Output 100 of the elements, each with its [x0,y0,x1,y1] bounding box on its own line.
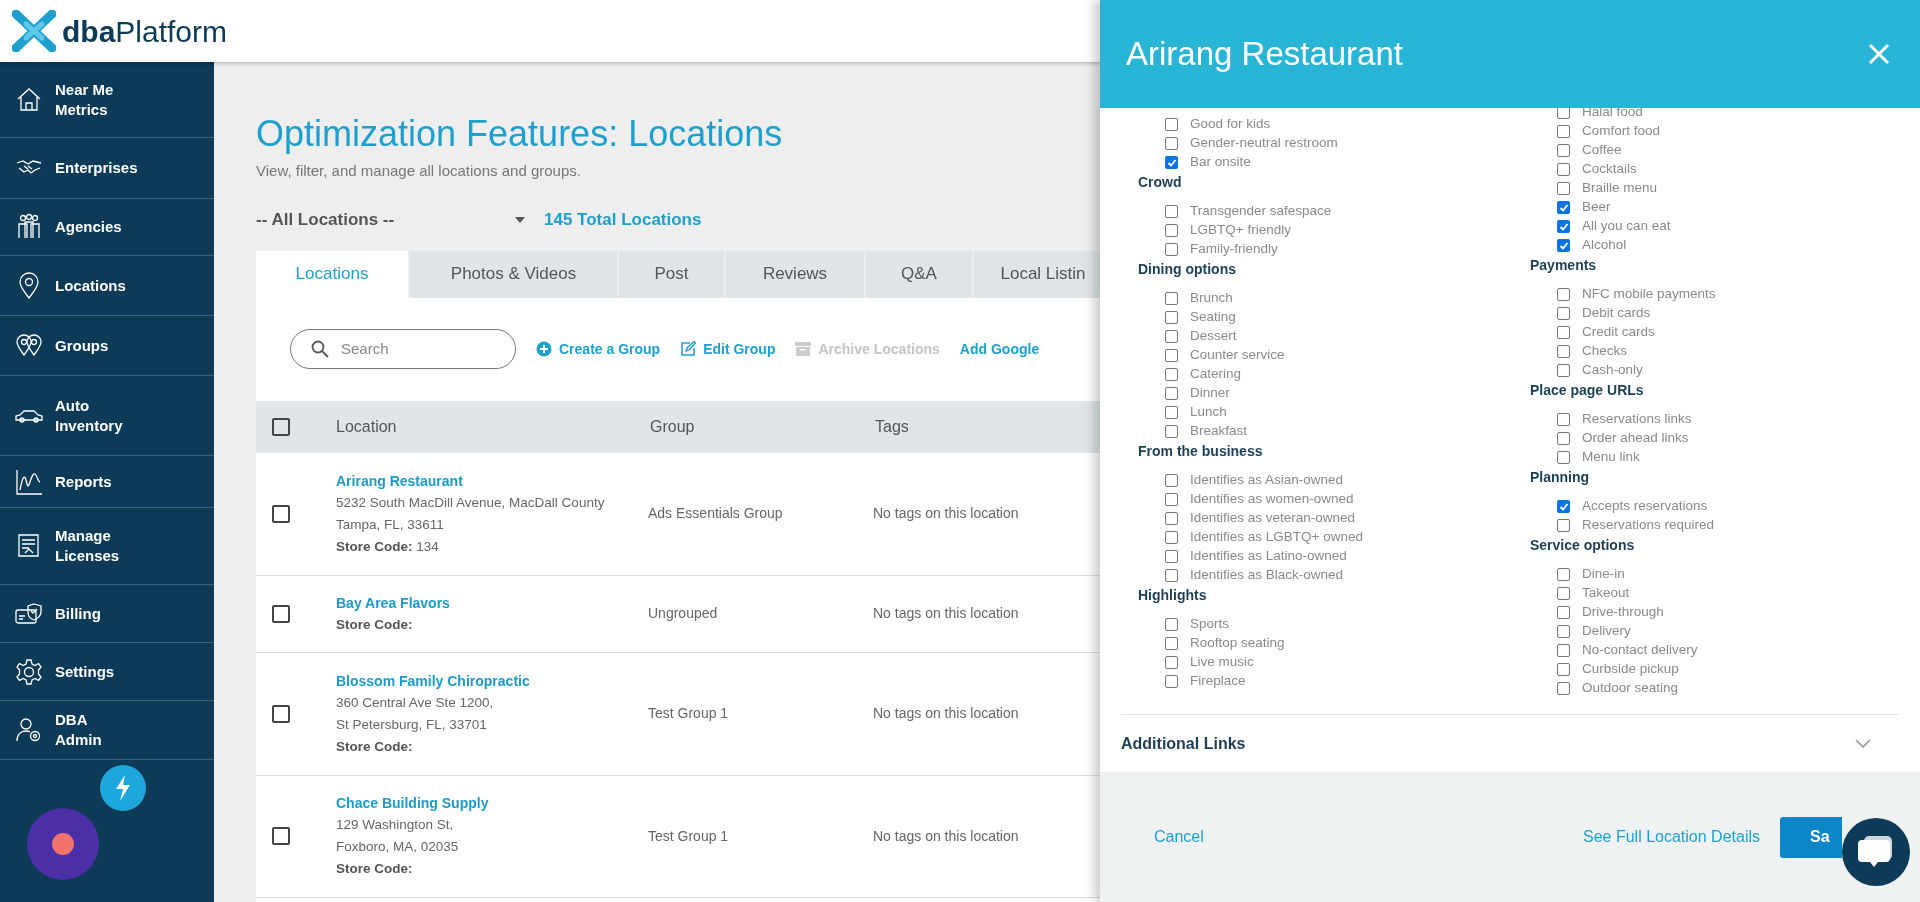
see-full-details-link[interactable]: See Full Location Details [1583,825,1760,849]
sidebar-item[interactable]: Settings [0,643,214,701]
amenity-checkbox[interactable]: Braille menu [1530,179,1658,198]
amenity-checkbox[interactable]: Breakfast [1138,422,1248,441]
amenity-checkbox[interactable]: Seating [1138,308,1236,327]
row-checkbox[interactable] [272,504,290,523]
amenity-checkbox[interactable]: No-contact delivery [1530,641,1698,660]
tab[interactable]: Photos & Videos [408,250,617,298]
search-input[interactable]: Search [341,337,481,361]
amenity-checkbox[interactable]: Alcohol [1530,236,1627,255]
amenity-checkbox[interactable]: Takeout [1530,584,1630,603]
cancel-link[interactable]: Cancel [1154,825,1204,849]
quick-action-button[interactable] [100,765,146,811]
amenity-checkbox[interactable]: Live music [1138,653,1254,672]
amenity-checkbox[interactable]: Bar onsite [1138,153,1251,172]
sidebar-item[interactable]: Locations [0,256,214,316]
column-header: Group [650,416,696,437]
store-code: Store Code: [336,860,414,878]
sidebar-item[interactable]: DBA Admin [0,701,214,760]
amenity-checkbox[interactable]: Identifies as veteran-owned [1138,509,1356,528]
amenity-checkbox[interactable]: Dinner [1138,384,1230,403]
amenity-checkbox[interactable]: Beer [1530,198,1611,217]
sidebar-item[interactable]: Auto Inventory [0,376,214,456]
amenity-checkbox[interactable]: Cash-only [1530,361,1643,380]
amenity-checkbox[interactable]: Dessert [1138,327,1237,346]
amenity-checkbox[interactable]: Reservations required [1530,516,1715,535]
tab[interactable]: Locations [256,250,408,298]
tab[interactable]: Post [617,250,724,298]
sidebar-item[interactable]: Manage Licenses [0,508,214,585]
amenity-checkbox[interactable]: Accepts reservations [1530,497,1708,516]
amenity-checkbox[interactable]: Drive-through [1530,603,1664,622]
amenity-checkbox[interactable]: Identifies as Asian-owned [1138,471,1344,490]
amenity-checkbox[interactable]: Identifies as Latino-owned [1138,547,1347,566]
section-heading: Planning [1530,468,1591,487]
caret-icon [514,215,526,224]
sidebar-item[interactable]: Reports [0,456,214,508]
sidebar-item[interactable]: Groups [0,316,214,376]
location-name-link[interactable]: Chace Building Supply [336,792,489,814]
tab[interactable]: Reviews [724,250,864,298]
toolbar-action[interactable]: Create a Group [536,338,661,360]
amenity-checkbox[interactable]: Curbside pickup [1530,660,1679,679]
search-icon [311,340,329,358]
archive-box-icon [795,341,812,357]
amenity-checkbox[interactable]: Credit cards [1530,323,1655,342]
sidebar-item[interactable]: Near Me Metrics [0,62,214,138]
additional-links-toggle[interactable]: Additional Links [1121,731,1246,756]
checkmark-icon [1558,240,1569,251]
amenity-checkbox[interactable]: Identifies as LGBTQ+ owned [1138,528,1363,547]
tab[interactable]: Local Listin [972,250,1100,298]
amenity-checkbox[interactable]: Gender-neutral restroom [1138,134,1338,153]
sidebar-item[interactable]: Enterprises [0,138,214,199]
amenity-checkbox[interactable]: Sports [1138,615,1230,634]
logo-icon [12,10,56,52]
sidebar-item[interactable]: Agencies [0,199,214,256]
amenity-checkbox[interactable]: Coffee [1530,141,1622,160]
store-code: Store Code: 134 [336,537,440,556]
checkmark-icon [1558,202,1569,213]
row-checkbox[interactable] [272,604,290,623]
amenity-checkbox[interactable]: Checks [1530,342,1627,361]
amenity-checkbox[interactable]: Order ahead links [1530,429,1689,448]
amenity-checkbox[interactable]: Family-friendly [1138,240,1278,259]
amenity-checkbox[interactable]: Debit cards [1530,304,1651,323]
location-name-link[interactable]: Blossom Family Chiropractic [336,669,530,692]
amenity-checkbox[interactable]: Brunch [1138,289,1233,308]
save-button[interactable]: Sa [1780,816,1842,858]
amenity-checkbox[interactable]: Identifies as women-owned [1138,490,1354,509]
amenity-checkbox[interactable]: LGBTQ+ friendly [1138,221,1291,240]
tab[interactable]: Q&A [864,250,972,298]
address-line: 5232 South MacDill Avenue, MacDall County [336,493,606,512]
amenity-checkbox[interactable]: Lunch [1138,403,1227,422]
tags-cell-text: No tags on this location [873,704,1020,723]
row-checkbox[interactable] [272,827,290,845]
location-filter-dropdown[interactable]: -- All Locations -- [256,206,526,233]
amenity-checkbox[interactable]: Fireplace [1138,672,1246,691]
amenity-checkbox[interactable]: Counter service [1138,346,1285,365]
amenity-checkbox[interactable]: Rooftop seating [1138,634,1285,653]
amenity-checkbox[interactable]: Comfort food [1530,122,1661,141]
row-checkbox[interactable] [272,704,290,723]
user-gear-icon [15,716,43,744]
amenity-checkbox[interactable]: Dine-in [1530,565,1625,584]
select-all-checkbox[interactable] [272,417,290,436]
amenity-checkbox[interactable]: Catering [1138,365,1242,384]
sidebar-item[interactable]: Billing [0,585,214,643]
toolbar-action[interactable]: Add Google [959,338,1040,360]
amenity-checkbox[interactable]: Identifies as Black-owned [1138,566,1344,585]
address-line: 129 Washington St, [336,816,455,834]
amenity-checkbox[interactable]: Good for kids [1138,115,1271,134]
amenity-checkbox[interactable]: Cocktails [1530,160,1637,179]
amenity-checkbox[interactable]: Reservations links [1530,410,1692,429]
amenity-checkbox[interactable]: Delivery [1530,622,1631,641]
amenity-checkbox[interactable]: Outdoor seating [1530,679,1679,698]
amenity-checkbox[interactable]: Transgender safespace [1138,202,1332,221]
location-name-link[interactable]: Arirang Restaurant [336,469,463,492]
section-heading: Service options [1530,536,1636,555]
location-name-link[interactable]: Bay Area Flavors [336,591,450,614]
panel-title: Arirang Restaurant [1126,34,1403,75]
amenity-checkbox[interactable]: All you can eat [1530,217,1671,236]
toolbar-action[interactable]: Edit Group [680,338,776,360]
amenity-checkbox[interactable]: NFC mobile payments [1530,285,1716,304]
amenity-checkbox[interactable]: Menu link [1530,448,1640,467]
